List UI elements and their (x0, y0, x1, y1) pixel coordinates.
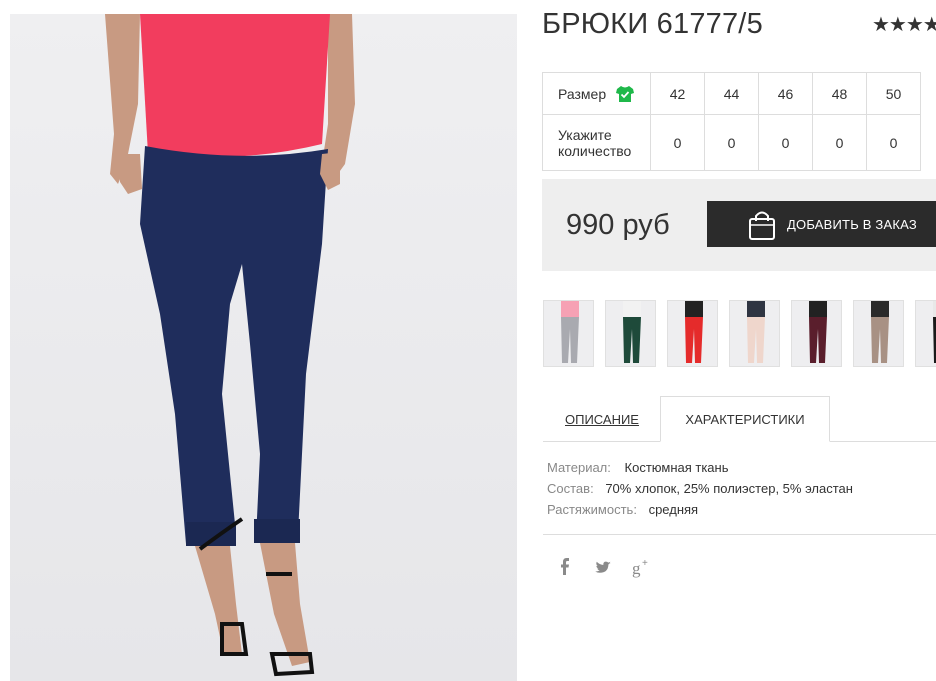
size-cell: 48 (812, 72, 867, 115)
quantity-input[interactable]: 0 (650, 114, 705, 171)
google-plus-share-icon[interactable]: g + (632, 558, 652, 580)
product-title: БРЮКИ 61777/5 (542, 8, 763, 40)
svg-text:g: g (632, 559, 641, 578)
tab-description[interactable]: ОПИСАНИЕ (543, 396, 661, 442)
quantity-label-line2: количество (558, 142, 632, 159)
price-box: 990 руб ДОБАВИТЬ В ЗАКАЗ (542, 179, 936, 271)
size-row: Размер 42 44 46 48 50 (542, 72, 921, 115)
twitter-share-icon[interactable] (594, 558, 612, 580)
quantity-input[interactable]: 0 (704, 114, 759, 171)
spec-key: Растяжимость: (547, 502, 637, 517)
thumbnail-variant-red[interactable] (667, 300, 718, 367)
size-cell: 44 (704, 72, 759, 115)
size-chart-shirt-icon[interactable] (615, 85, 635, 103)
product-main-image[interactable] (10, 14, 517, 681)
add-to-order-label: ДОБАВИТЬ В ЗАКАЗ (787, 216, 917, 232)
size-cell: 46 (758, 72, 813, 115)
size-label: Размер (558, 85, 607, 102)
size-label-cell: Размер (542, 72, 651, 115)
size-cell: 42 (650, 72, 705, 115)
spec-row: Состав: 70% хлопок, 25% полиэстер, 5% эл… (547, 481, 853, 502)
product-tabs: ОПИСАНИЕ ХАРАКТЕРИСТИКИ (543, 396, 936, 442)
svg-text:+: + (642, 558, 648, 569)
model-photo-illustration (105, 14, 355, 677)
spec-value: Костюмная ткань (624, 460, 729, 475)
quantity-label-cell: Укажите количество (542, 114, 651, 171)
spec-key: Состав: (547, 481, 594, 496)
thumbnail-variant-taupe[interactable] (853, 300, 904, 367)
rating-stars[interactable]: ★★★★ (872, 12, 936, 37)
spec-key: Материал: (547, 460, 611, 475)
thumbnail-variant-dark-green[interactable] (605, 300, 656, 367)
spec-row: Материал: Костюмная ткань (547, 460, 853, 481)
quantity-label-line1: Укажите (558, 126, 612, 143)
spec-row: Растяжимость: средняя (547, 502, 853, 523)
quantity-input[interactable]: 0 (812, 114, 867, 171)
thumbnail-variant-gray[interactable] (543, 300, 594, 367)
tab-characteristics[interactable]: ХАРАКТЕРИСТИКИ (660, 396, 830, 442)
quantity-row: Укажите количество 0 0 0 0 0 (542, 114, 921, 171)
spec-value: 70% хлопок, 25% полиэстер, 5% эластан (605, 481, 853, 496)
thumbnail-variant-burgundy[interactable] (791, 300, 842, 367)
thumbnail-variant-black[interactable] (915, 300, 936, 367)
quantity-input[interactable]: 0 (758, 114, 813, 171)
size-table: Размер 42 44 46 48 50 Укажите количество… (542, 72, 921, 171)
spec-value: средняя (648, 502, 699, 517)
quantity-input[interactable]: 0 (866, 114, 921, 171)
product-price: 990 руб (566, 209, 670, 241)
facebook-share-icon[interactable] (559, 558, 571, 580)
social-divider (543, 534, 936, 535)
add-to-order-button[interactable]: ДОБАВИТЬ В ЗАКАЗ (707, 201, 936, 247)
color-variant-thumbnails (543, 300, 936, 367)
characteristics-list: Материал: Костюмная ткань Состав: 70% хл… (547, 460, 853, 523)
size-cell: 50 (866, 72, 921, 115)
thumbnail-variant-beige[interactable] (729, 300, 780, 367)
shopping-bag-icon (747, 209, 777, 244)
